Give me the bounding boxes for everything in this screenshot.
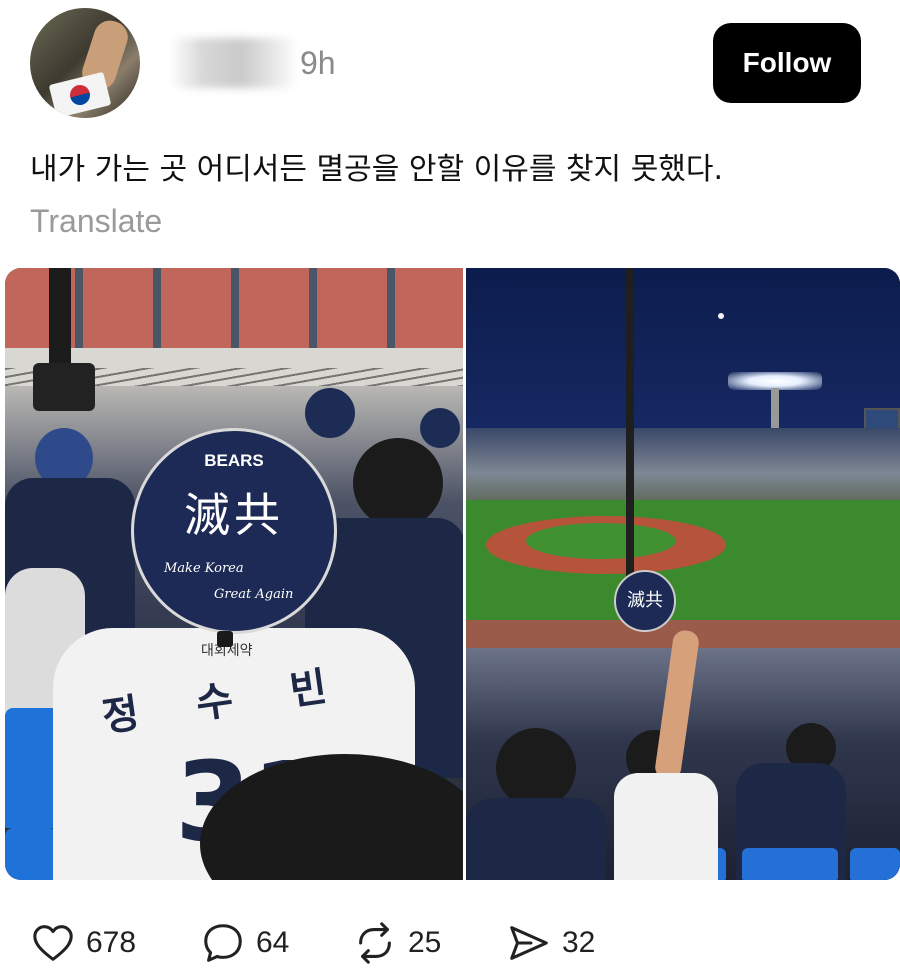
post-text: 내가 가는 곳 어디서든 멸공을 안할 이유를 찾지 못했다. <box>30 152 724 187</box>
pole <box>49 268 71 378</box>
fan-sign-small: 滅共 <box>614 570 676 632</box>
fan-cap <box>420 408 460 448</box>
stadium-stands <box>466 428 900 503</box>
moon <box>718 313 724 319</box>
like-count: 678 <box>86 926 137 959</box>
blurred-username[interactable] <box>170 38 298 88</box>
heart-icon <box>33 925 73 961</box>
repost-count: 25 <box>408 926 442 959</box>
fan-head <box>496 728 576 808</box>
follow-button[interactable]: Follow <box>713 23 861 103</box>
photo-right[interactable]: 滅共 <box>466 268 900 880</box>
repost-icon <box>359 922 391 964</box>
reply-button[interactable]: 64 <box>200 915 289 971</box>
sign-brand: BEARS <box>204 451 264 470</box>
sign-handle <box>217 631 233 647</box>
like-button[interactable]: 678 <box>30 915 136 971</box>
stadium-wall <box>5 268 463 348</box>
photo-left[interactable]: 대회제약 정 수 빈 31 BEARS 滅共 Make Korea Great … <box>5 268 463 880</box>
fan-sign: BEARS 滅共 Make Korea Great Again <box>131 428 337 634</box>
post-time: 9h <box>300 45 336 81</box>
fan-jersey <box>466 798 606 880</box>
korean-flag-icon <box>48 71 112 118</box>
sign-slogan-line1: Make Korea <box>164 561 244 576</box>
pole-base <box>33 363 95 411</box>
infield-grass <box>526 523 676 559</box>
post-media[interactable]: 대회제약 정 수 빈 31 BEARS 滅共 Make Korea Great … <box>0 268 900 880</box>
fan-cap <box>305 388 355 438</box>
post-header: 9h Follow <box>0 0 900 130</box>
sign-slogan-line2: Great Again <box>214 587 294 602</box>
stadium-seat <box>5 828 57 880</box>
send-icon <box>510 926 548 960</box>
fan-head <box>353 438 443 528</box>
sign-main-text: 滅共 <box>627 590 663 611</box>
white-jersey <box>614 773 718 880</box>
author-avatar[interactable] <box>30 8 140 118</box>
reply-count: 64 <box>256 926 290 959</box>
stadium-seat <box>850 848 900 880</box>
comment-icon <box>204 924 242 962</box>
stadium-seat <box>742 848 838 880</box>
sign-main-text: 滅共 <box>184 488 284 542</box>
share-button[interactable]: 32 <box>506 915 595 971</box>
translate-link[interactable]: Translate <box>30 203 162 240</box>
post-actions: 678 64 25 32 <box>30 915 870 971</box>
repost-button[interactable]: 25 <box>352 915 441 971</box>
share-count: 32 <box>562 926 596 959</box>
